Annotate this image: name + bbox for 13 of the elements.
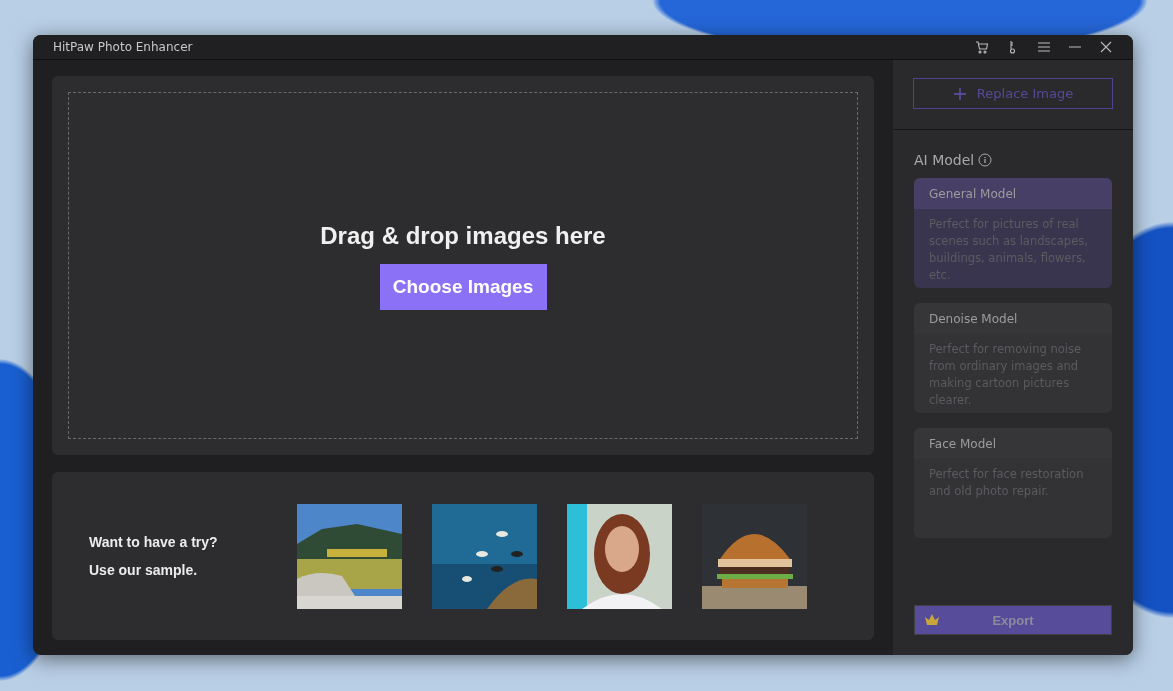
section-title: AI Model <box>914 152 975 168</box>
window-title: HitPaw Photo Enhancer <box>53 40 194 54</box>
model-name: General Model <box>914 178 1112 209</box>
info-icon[interactable] <box>978 153 993 167</box>
plus-icon <box>952 86 967 101</box>
export-button[interactable]: Export <box>914 605 1112 635</box>
replace-image-button[interactable]: Replace Image <box>913 78 1113 109</box>
drop-heading: Drag & drop images here <box>320 221 606 250</box>
drop-zone[interactable]: Drag & drop images here Choose Images <box>68 92 858 439</box>
sample-prompt: Want to have a try? <box>89 534 219 550</box>
choose-images-button[interactable]: Choose Images <box>379 263 547 310</box>
sample-prompt: Use our sample. <box>89 562 199 578</box>
cart-icon[interactable] <box>973 38 991 56</box>
